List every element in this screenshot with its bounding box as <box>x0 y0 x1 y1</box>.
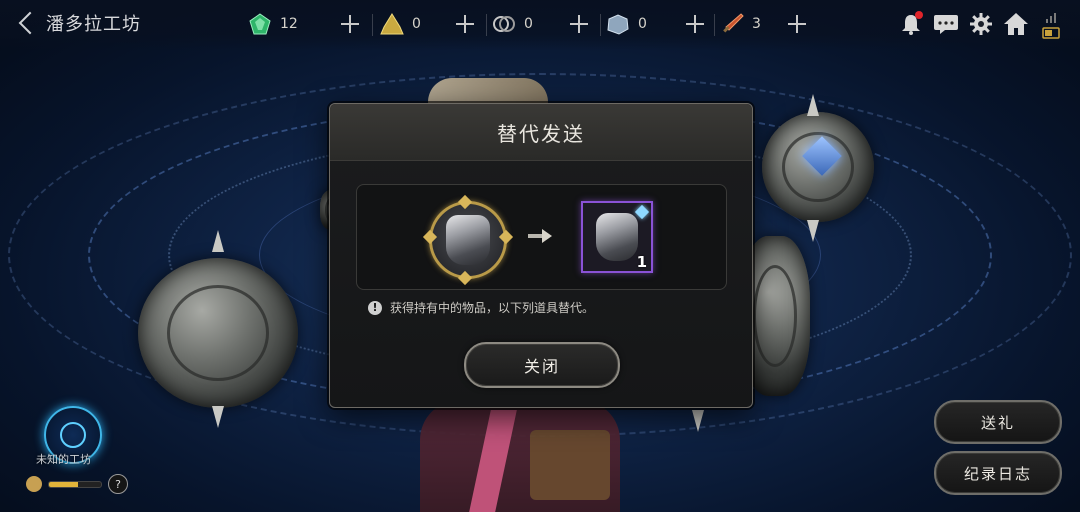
close-button-label: 关闭 <box>523 357 560 376</box>
armor-icon <box>446 215 490 265</box>
record-log-button[interactable]: 纪录日志 <box>934 451 1062 495</box>
replacement-item-slot[interactable]: 1 <box>581 201 653 273</box>
orb-gem <box>802 136 842 176</box>
currency-wire-coil: 0 <box>492 10 550 38</box>
wire-coil-icon <box>492 12 516 36</box>
orb-spike <box>692 410 704 432</box>
orb-spike <box>807 94 819 116</box>
gold-ore-icon <box>380 12 404 36</box>
progress-fill <box>49 481 78 487</box>
workshop-progress: ? <box>26 474 128 494</box>
chat-button[interactable] <box>932 10 960 38</box>
record-log-button-label: 纪录日志 <box>963 464 1032 483</box>
page-title: 潘多拉工坊 <box>46 14 141 35</box>
add-green-crystal-button[interactable] <box>338 12 362 36</box>
dialog-title: 替代发送 <box>497 121 585 146</box>
character-bag <box>530 430 610 500</box>
frame-spike <box>457 194 473 210</box>
add-wire-coil-button[interactable] <box>567 12 591 36</box>
home-button[interactable] <box>1002 10 1030 38</box>
red-dagger-icon <box>720 12 744 36</box>
orb-spike <box>212 406 224 428</box>
progress-bar <box>48 480 102 488</box>
arrow-right-icon <box>528 229 552 243</box>
notification-bell-button[interactable] <box>897 10 925 38</box>
orb-spike <box>807 220 819 242</box>
help-button[interactable]: ? <box>108 474 128 494</box>
frame-spike <box>422 229 438 245</box>
divider <box>600 14 601 36</box>
workshop-emblem-icon <box>60 422 86 448</box>
currency-green-crystal: 12 <box>248 10 306 38</box>
frame-spike <box>498 229 514 245</box>
divider <box>486 14 487 36</box>
chevron-left-icon <box>18 11 42 35</box>
currency-value: 0 <box>524 16 533 32</box>
currency-value: 12 <box>280 16 298 32</box>
dialog-header: 替代发送 <box>330 104 752 161</box>
chat-bubble-icon <box>934 15 958 34</box>
gift-button-label: 送礼 <box>980 413 1015 432</box>
character-strap <box>469 410 517 512</box>
item-exchange-panel: 1 <box>356 184 727 290</box>
green-crystal-icon <box>248 12 272 36</box>
close-button[interactable]: 关闭 <box>464 342 620 388</box>
silver-ore-icon <box>606 12 630 36</box>
armor-icon <box>596 213 638 261</box>
home-icon <box>1004 13 1028 35</box>
orb-spike <box>212 230 224 252</box>
add-gold-ore-button[interactable] <box>453 12 477 36</box>
replacement-dialog: 替代发送 1 ! 获得持有中的物品，以下列道具替代。 关闭 <box>329 103 753 408</box>
currency-value: 0 <box>638 16 647 32</box>
gift-button[interactable]: 送礼 <box>934 400 1062 444</box>
settings-button[interactable] <box>967 10 995 38</box>
currency-gold-ore: 0 <box>380 10 438 38</box>
top-bar: 潘多拉工坊 12 0 0 0 3 <box>0 0 1080 50</box>
exclamation-icon: ! <box>368 300 382 315</box>
player-character <box>420 400 620 512</box>
original-item-slot[interactable] <box>422 194 514 286</box>
item-quantity: 1 <box>636 253 647 271</box>
dialog-notice: ! 获得持有中的物品，以下列道具替代。 <box>368 299 594 316</box>
currency-silver-ore: 0 <box>606 10 664 38</box>
back-button[interactable]: 潘多拉工坊 <box>16 10 141 36</box>
currency-value: 0 <box>412 16 421 32</box>
divider <box>714 14 715 36</box>
currency-value: 3 <box>752 16 761 32</box>
stone-orb <box>762 112 874 222</box>
gem-icon <box>634 204 650 220</box>
gear-icon <box>26 476 42 492</box>
notice-text: 获得持有中的物品，以下列道具替代。 <box>390 301 595 315</box>
workshop-label: 未知的工坊 <box>36 453 91 466</box>
currency-red-dagger: 3 <box>720 10 778 38</box>
add-silver-ore-button[interactable] <box>683 12 707 36</box>
divider <box>372 14 373 36</box>
signal-battery-icon <box>1042 13 1060 39</box>
stone-orb <box>138 258 298 408</box>
gear-icon <box>970 13 992 35</box>
frame-spike <box>457 270 473 286</box>
notification-dot <box>915 11 923 19</box>
add-red-dagger-button[interactable] <box>785 12 809 36</box>
device-status <box>1042 12 1062 42</box>
